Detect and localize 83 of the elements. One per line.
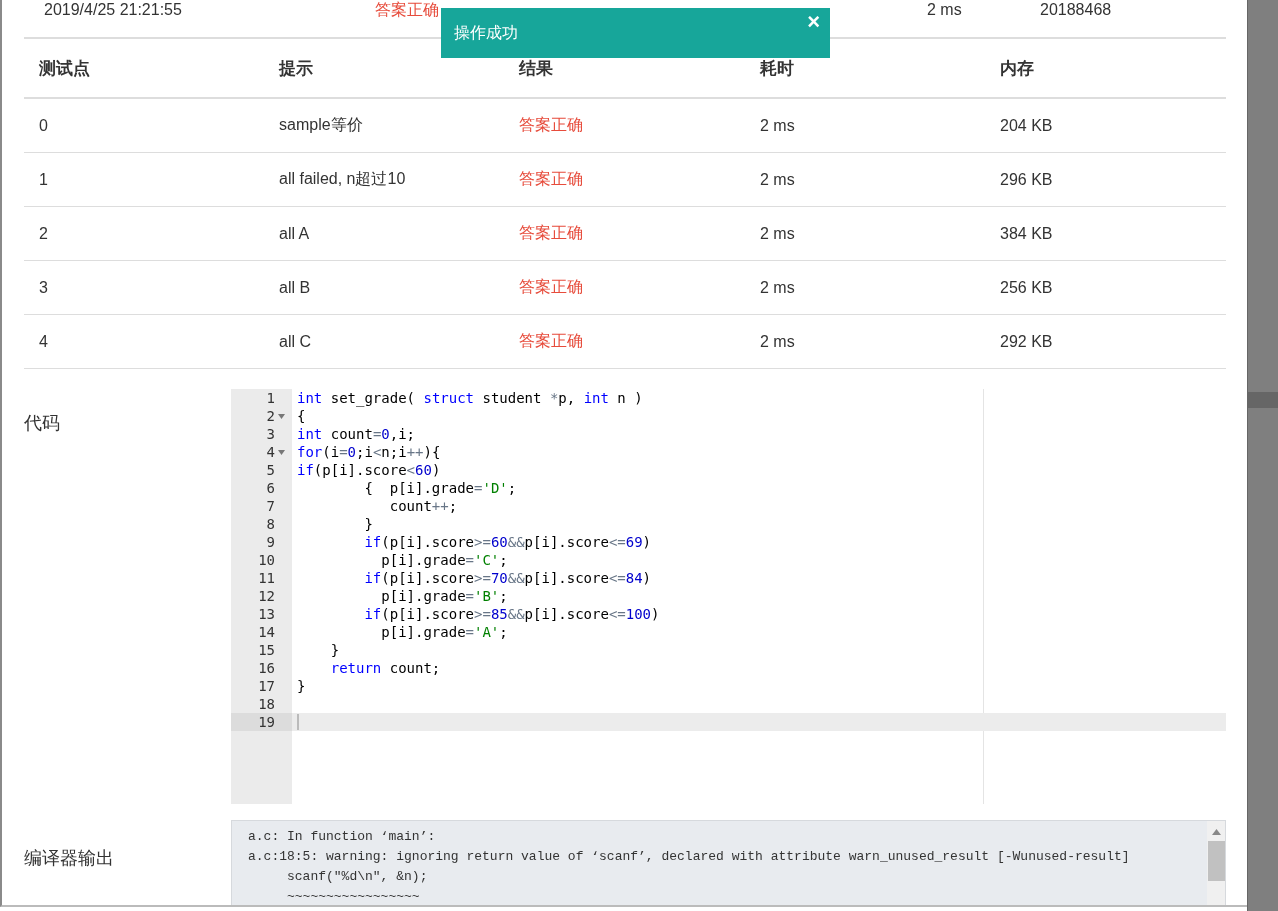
output-line: scanf("%d\n", &n); bbox=[286, 868, 429, 886]
table-cell-text: 204 KB bbox=[1000, 116, 1054, 135]
line-number: 1 bbox=[266, 389, 275, 407]
table-cell-text: 4 bbox=[39, 332, 49, 351]
code-line: } bbox=[363, 515, 373, 533]
table-cell-text: 292 KB bbox=[1000, 332, 1054, 351]
table-cell-text: 2 ms bbox=[760, 332, 796, 351]
table-cell: 20188468 bbox=[1040, 0, 1112, 20]
line-number: 14 bbox=[258, 623, 275, 641]
code-line: int count=0,i; bbox=[297, 425, 416, 443]
line-number: 10 bbox=[258, 551, 275, 569]
code-line: { p[i].grade='D'; bbox=[363, 479, 517, 497]
line-number: 8 bbox=[266, 515, 275, 533]
code-line: if(p[i].score>=85&&p[i].score<=100) bbox=[363, 605, 660, 623]
column-header: 内存 bbox=[1000, 57, 1035, 80]
scrollbar[interactable] bbox=[1207, 821, 1225, 905]
code-line: return count; bbox=[329, 659, 441, 677]
output-line: ~~~~~~~~~~~~~~~~~ bbox=[286, 888, 421, 905]
code-line: p[i].grade='A'; bbox=[380, 623, 508, 641]
line-number: 9 bbox=[266, 533, 275, 551]
table-cell-text: 296 KB bbox=[1000, 170, 1054, 189]
output-line: a.c:18:5: warning: ignoring return value of ‘scanf’, declared with attribute warn_unused_result [-Wunused-result] bbox=[248, 848, 1131, 866]
column-header: 提示 bbox=[279, 57, 314, 80]
table-cell-text: 3 bbox=[39, 278, 49, 297]
line-number: 13 bbox=[258, 605, 275, 623]
table-cell-text: 答案正确 bbox=[519, 223, 584, 243]
line-number: 2 bbox=[266, 407, 275, 425]
column-header: 耗时 bbox=[760, 57, 795, 80]
line-number: 12 bbox=[258, 587, 275, 605]
line-number: 17 bbox=[258, 677, 275, 695]
close-button[interactable]: × bbox=[805, 11, 822, 33]
code-line: count++; bbox=[388, 497, 458, 515]
table-cell-text: 2 ms bbox=[760, 278, 796, 297]
code-line: } bbox=[297, 677, 306, 695]
code-line: p[i].grade='C'; bbox=[380, 551, 508, 569]
line-number: 4 bbox=[266, 443, 275, 461]
line-number: 3 bbox=[266, 425, 275, 443]
table-cell-text: 2 ms bbox=[760, 224, 796, 243]
table-cell-text: sample等价 bbox=[279, 115, 364, 135]
fold-caret-icon[interactable] bbox=[277, 413, 285, 419]
column-header: 测试点 bbox=[39, 57, 91, 80]
scroll-up-icon[interactable] bbox=[1211, 829, 1221, 835]
line-number: 6 bbox=[266, 479, 275, 497]
section-label: 代码 bbox=[24, 413, 60, 433]
column-header: 结果 bbox=[519, 57, 554, 80]
line-number: 11 bbox=[258, 569, 275, 587]
code-line: int set_grade( struct student *p, int n ) bbox=[297, 389, 643, 407]
table-cell-text: 256 KB bbox=[1000, 278, 1054, 297]
line-number: 16 bbox=[258, 659, 275, 677]
table-cell-text: 答案正确 bbox=[519, 169, 584, 189]
table-cell-text: 答案正确 bbox=[519, 277, 584, 297]
table-cell-text: all A bbox=[279, 224, 311, 243]
code-line: { bbox=[297, 407, 306, 425]
code-line: if(p[i].score>=60&&p[i].score<=69) bbox=[363, 533, 652, 551]
line-number: 15 bbox=[258, 641, 275, 659]
table-cell: 2 ms bbox=[927, 0, 962, 20]
code-line: for(i=0;i<n;i++){ bbox=[297, 443, 441, 461]
table-cell: 答案正确 bbox=[375, 0, 439, 20]
fold-caret-icon[interactable] bbox=[277, 449, 285, 455]
line-number: 19 bbox=[258, 713, 275, 731]
table-cell-text: 1 bbox=[39, 170, 49, 189]
output-line: a.c: In function ‘main’: bbox=[248, 828, 437, 846]
line-number: 7 bbox=[266, 497, 275, 515]
table-cell-text: 384 KB bbox=[1000, 224, 1054, 243]
table-cell-text: 2 ms bbox=[760, 116, 796, 135]
toast-message: 操作成功 bbox=[454, 22, 518, 43]
code-line: } bbox=[329, 641, 340, 659]
table-cell: 2019/4/25 21:21:55 bbox=[44, 0, 182, 20]
table-cell-text: 答案正确 bbox=[519, 331, 584, 351]
table-cell-text: all C bbox=[279, 332, 312, 351]
section-label: 编译器输出 bbox=[24, 848, 114, 868]
code-line: if(p[i].score>=70&&p[i].score<=84) bbox=[363, 569, 652, 587]
table-cell-text: 答案正确 bbox=[519, 115, 584, 135]
code-line: p[i].grade='B'; bbox=[380, 587, 508, 605]
line-number: 5 bbox=[266, 461, 275, 479]
code-line: if(p[i].score<60) bbox=[297, 461, 441, 479]
table-cell-text: 2 bbox=[39, 224, 49, 243]
table-cell-text: all failed, n超过10 bbox=[279, 169, 407, 189]
table-cell-text: 0 bbox=[39, 116, 49, 135]
table-cell-text: 2 ms bbox=[760, 170, 796, 189]
table-cell-text: all B bbox=[279, 278, 312, 297]
text-cursor bbox=[297, 714, 299, 730]
line-number: 18 bbox=[258, 695, 275, 713]
